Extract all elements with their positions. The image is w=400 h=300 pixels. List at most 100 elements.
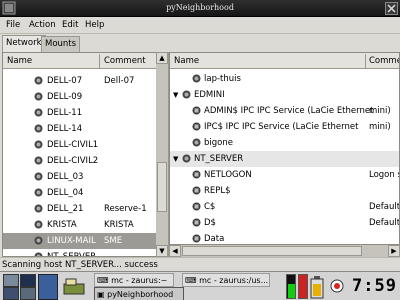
record-icon[interactable] — [330, 279, 344, 293]
host-icon — [34, 140, 43, 149]
tab-mounts[interactable]: Mounts — [41, 36, 81, 52]
scroll-down-arrow-icon[interactable]: ▼ — [156, 245, 168, 257]
col-name-header[interactable]: Name — [174, 56, 199, 66]
menu-edit[interactable]: Edit — [62, 20, 78, 30]
share-row[interactable]: bigone — [170, 135, 399, 151]
share-row[interactable]: IPC$ IPC IPC Service (LaCie Ethernet mini… — [170, 119, 399, 135]
host-row[interactable]: DELL-CIVIL1 — [3, 137, 157, 153]
host-comment: Dell-07 — [104, 76, 135, 86]
task-mc-zaurus-usr[interactable]: ⌨ mc - zaurus:/us... — [182, 273, 270, 287]
host-row[interactable]: DELL-CIVIL2 — [3, 153, 157, 169]
host-icon — [192, 74, 201, 83]
share-row[interactable]: C$ Default — [170, 199, 399, 215]
host-row[interactable]: LINUX-MAIL SME — [3, 233, 157, 249]
host-name: DELL-07 — [47, 76, 83, 86]
scroll-up-arrow-icon[interactable]: ▲ — [156, 52, 168, 64]
workspace-4[interactable] — [20, 287, 36, 300]
menu-file[interactable]: File — [6, 20, 20, 30]
shares-tree[interactable]: Name Comme lap-thuis ▼ EDMINI ADMIN$ IPC IP… — [169, 52, 400, 245]
scroll-thumb[interactable] — [157, 162, 167, 212]
clock[interactable]: 7:59 — [352, 276, 397, 296]
hosts-list-scrollbar[interactable]: ▲ ▼ — [156, 52, 168, 257]
share-row[interactable]: ADMIN$ IPC IPC Service (LaCie Ethernet mi… — [170, 103, 399, 119]
scroll-right-arrow-icon[interactable]: ▶ — [388, 245, 400, 257]
host-name: DELL-11 — [47, 108, 83, 118]
share-row[interactable]: lap-thuis — [170, 71, 399, 87]
title-bar: pyNeighborhood — [0, 0, 400, 17]
host-row[interactable]: DELL-07 Dell-07 — [3, 73, 157, 89]
host-name: DELL_21 — [47, 204, 84, 214]
task-pyneighborhood[interactable]: ▣ pyNeighborhood — [94, 287, 184, 300]
host-icon — [34, 76, 43, 85]
host-icon — [34, 172, 43, 181]
share-row[interactable]: NETLOGON Logon s — [170, 167, 399, 183]
share-comment: Default — [369, 218, 400, 228]
host-icon — [34, 108, 43, 117]
col-name-header[interactable]: Name — [7, 56, 32, 66]
host-name: DELL-09 — [47, 92, 83, 102]
menu-help[interactable]: Help — [85, 20, 104, 30]
share-folder-icon — [192, 234, 201, 243]
share-comment: Logon s — [369, 170, 400, 180]
host-comment: KRISTA — [104, 220, 134, 230]
status-text: Scanning host NT_SERVER... success — [2, 260, 158, 270]
host-row[interactable]: DELL_03 — [3, 169, 157, 185]
host-icon — [34, 156, 43, 165]
workspace-3[interactable] — [3, 287, 19, 300]
share-folder-icon — [192, 170, 201, 179]
tab-network[interactable]: Network — [2, 35, 46, 52]
host-comment: SME — [104, 236, 123, 246]
menu-action[interactable]: Action — [29, 20, 56, 30]
share-row[interactable]: REPL$ — [170, 183, 399, 199]
workspace-2[interactable] — [20, 274, 36, 287]
host-icon — [182, 154, 191, 163]
host-row[interactable]: DELL-09 — [3, 89, 157, 105]
share-comment: Default — [369, 202, 400, 212]
host-row[interactable]: DELL-11 — [3, 105, 157, 121]
host-icon — [34, 220, 43, 229]
share-folder-icon — [192, 202, 201, 211]
share-name: NETLOGON — [204, 170, 252, 180]
hosts-list[interactable]: Name Comment DELL-07 Dell-07 DELL-09 DELL-1… — [2, 52, 158, 257]
share-name: ADMIN$ IPC IPC Service (LaCie Ethernet — [204, 106, 374, 116]
task-mc-zaurus-home[interactable]: ⌨ mc - zaurus:~ — [94, 273, 174, 287]
host-row[interactable]: DELL_04 — [3, 185, 157, 201]
hosts-list-header: Name Comment — [3, 53, 157, 69]
share-name: lap-thuis — [204, 74, 241, 84]
host-node[interactable]: ▼ EDMINI — [170, 87, 399, 103]
expand-arrow-icon[interactable]: ▼ — [173, 91, 178, 99]
share-row[interactable]: Data — [170, 231, 399, 244]
share-name: EDMINI — [194, 90, 225, 100]
host-name: DELL-CIVIL2 — [47, 156, 99, 166]
host-icon — [192, 138, 201, 147]
share-folder-icon — [192, 218, 201, 227]
host-icon — [34, 236, 43, 245]
share-folder-icon — [192, 106, 201, 115]
host-row[interactable]: NT_SERVER — [3, 249, 157, 256]
scroll-left-arrow-icon[interactable]: ◀ — [169, 245, 181, 257]
col-comment-header[interactable]: Comment — [104, 56, 146, 66]
host-node[interactable]: ▼ NT_SERVER — [170, 151, 399, 167]
tab-bar: Network Mounts — [0, 35, 160, 52]
battery-icon[interactable] — [310, 275, 324, 299]
share-name: C$ — [204, 202, 216, 212]
workspace-pager-active[interactable] — [38, 274, 58, 300]
expand-arrow-icon[interactable]: ▼ — [173, 155, 178, 163]
host-row[interactable]: DELL_21 Reserve-1 — [3, 201, 157, 217]
workspace-1[interactable] — [3, 274, 19, 287]
host-row[interactable]: KRISTA KRISTA — [3, 217, 157, 233]
host-icon — [34, 188, 43, 197]
share-name: bigone — [204, 138, 233, 148]
host-row[interactable]: DELL-14 — [3, 121, 157, 137]
share-name: NT_SERVER — [194, 154, 244, 164]
share-comment: mini) — [369, 106, 391, 116]
host-icon — [34, 204, 43, 213]
share-row[interactable]: D$ Default — [170, 215, 399, 231]
col-comment-header[interactable]: Comme — [369, 56, 399, 66]
close-icon[interactable] — [385, 2, 398, 15]
launcher-icon[interactable] — [63, 276, 87, 296]
terminal-icon: ⌨ — [185, 276, 197, 285]
shares-tree-hscrollbar[interactable]: ◀ ▶ — [169, 245, 400, 257]
scroll-thumb[interactable] — [182, 246, 362, 256]
host-icon — [34, 92, 43, 101]
